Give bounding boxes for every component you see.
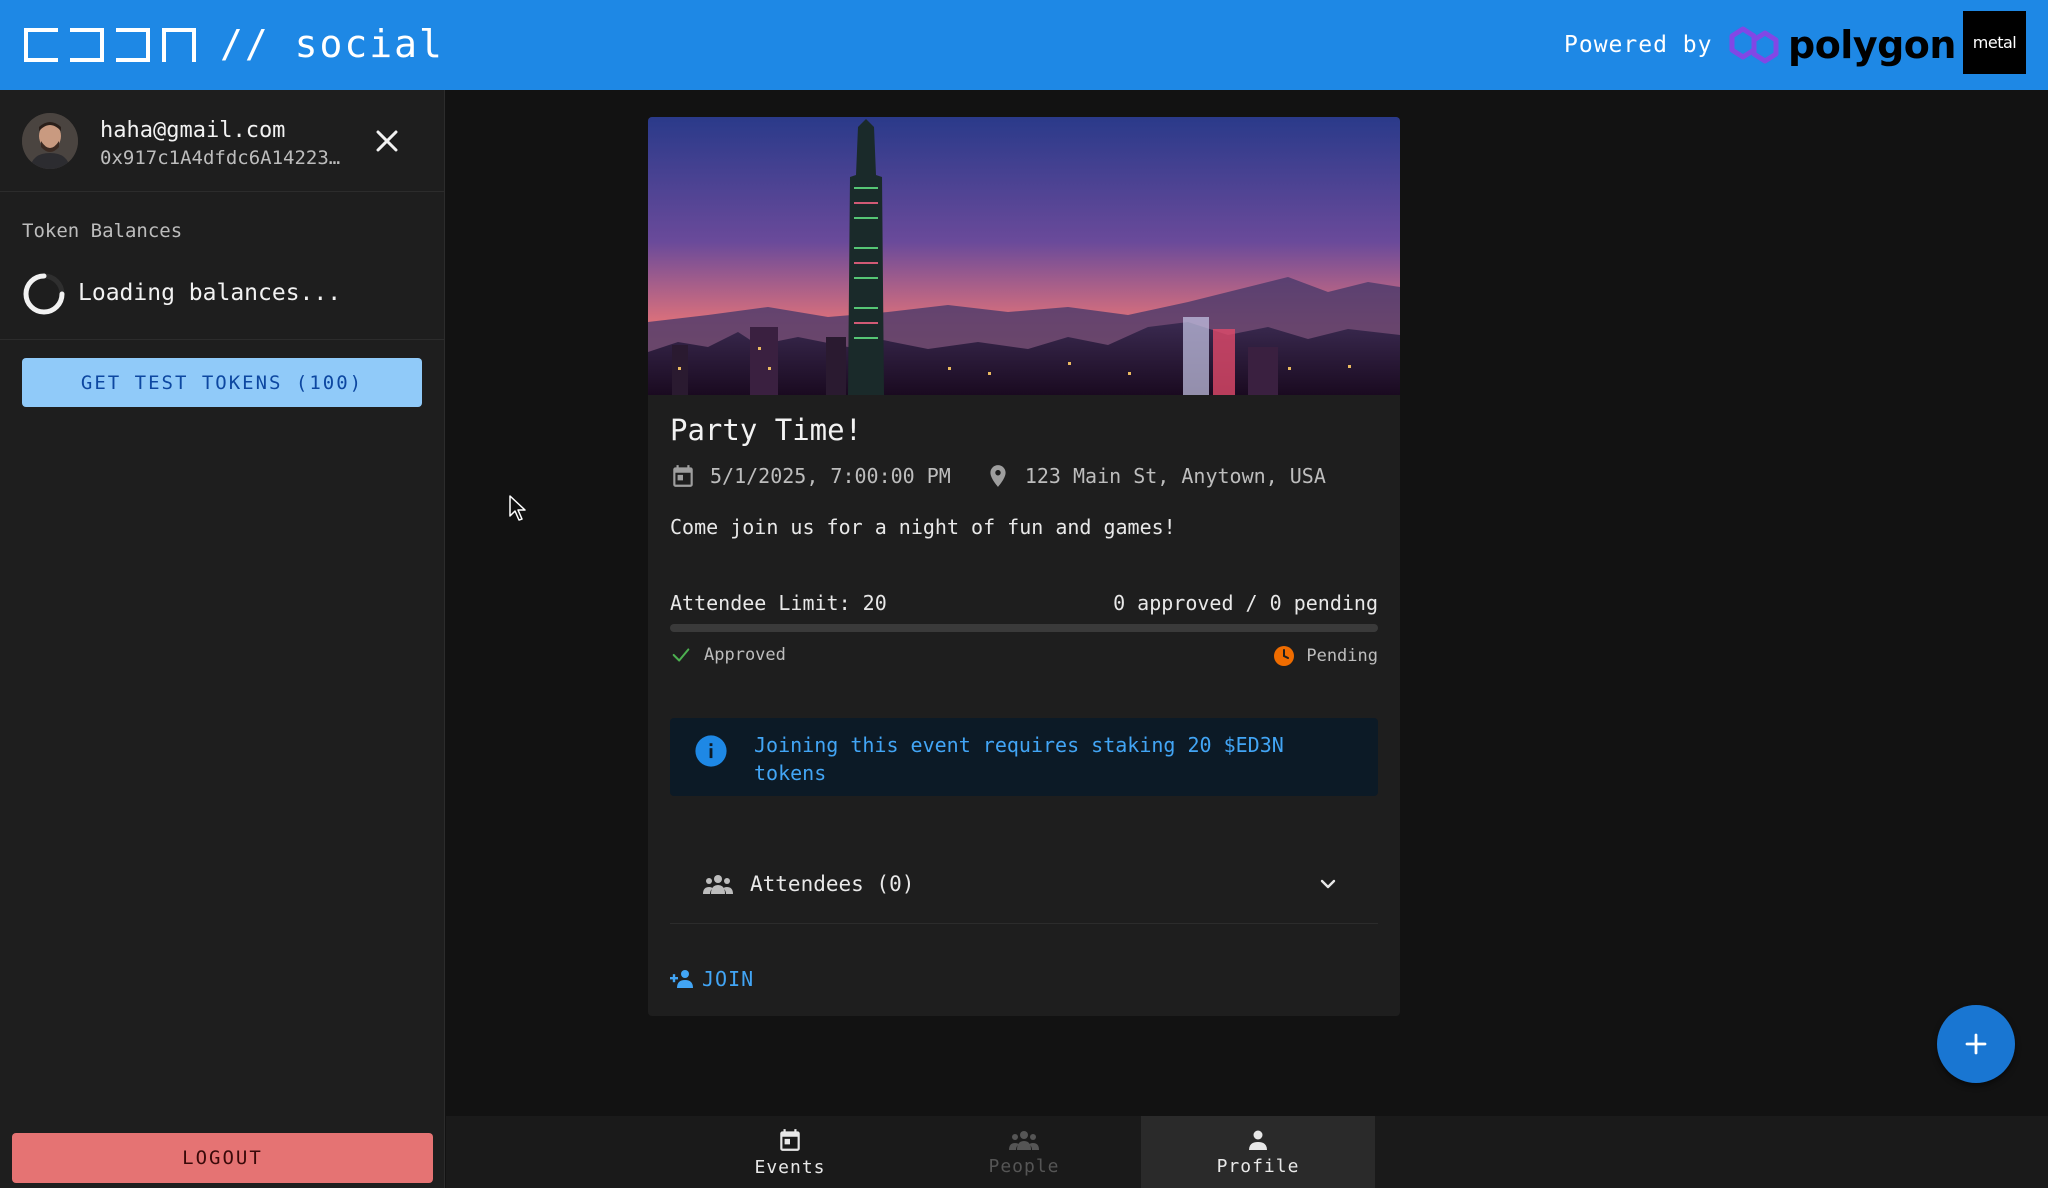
mouse-cursor-icon xyxy=(509,495,526,521)
close-drawer-button[interactable] xyxy=(372,126,402,156)
get-test-tokens-button[interactable]: GET TEST TOKENS (100) xyxy=(22,358,422,407)
logo-glyph-e-icon xyxy=(24,28,58,62)
location-pin-icon xyxy=(990,465,1006,487)
user-info: haha@gmail.com 0x917c1A4dfdc6A14223… xyxy=(0,90,444,192)
avatar xyxy=(22,113,78,169)
logo-glyph-n-icon xyxy=(162,28,196,62)
attendees-accordion[interactable]: Attendees (0) xyxy=(670,844,1378,924)
event-location: 123 Main St, Anytown, USA xyxy=(1024,464,1326,488)
metal-logo: metal xyxy=(1963,11,2026,74)
approved-label: Approved xyxy=(704,645,786,665)
join-label: JOIN xyxy=(702,967,755,991)
logo-glyph-d-icon xyxy=(70,28,104,62)
profile-drawer: haha@gmail.com 0x917c1A4dfdc6A14223… Tok… xyxy=(0,90,445,1188)
attendee-progress-bar xyxy=(670,624,1378,632)
event-description: Come join us for a night of fun and game… xyxy=(670,515,1176,539)
ed3n-logo[interactable] xyxy=(24,28,208,62)
event-cover-image xyxy=(648,117,1400,395)
token-balances-title: Token Balances xyxy=(22,220,183,242)
bottom-navigation: Events People Profile xyxy=(446,1116,2048,1188)
attendees-label: Attendees (0) xyxy=(750,871,915,896)
clock-icon xyxy=(1274,646,1295,666)
polygon-logo: polygon xyxy=(1726,20,1956,70)
avatar-photo-icon xyxy=(22,113,78,169)
app-header: // social Powered by polygon metal xyxy=(0,0,2048,90)
stake-info-text: Joining this event requires staking 20 $… xyxy=(754,733,1284,785)
logo-text: // social xyxy=(220,22,444,66)
token-balances-section: Token Balances Loading balances... xyxy=(0,192,444,340)
info-icon xyxy=(695,735,727,767)
check-icon xyxy=(672,648,690,662)
chevron-down-icon xyxy=(1320,879,1336,889)
event-card: Party Time! 5/1/2025, 7:00:00 PM 123 Mai… xyxy=(648,117,1400,1016)
attendee-counts: 0 approved / 0 pending xyxy=(1113,591,1378,615)
approved-legend: Approved xyxy=(670,644,786,666)
nav-profile-label: Profile xyxy=(1216,1155,1300,1177)
stake-info-alert: Joining this event requires staking 20 $… xyxy=(670,718,1378,796)
pending-label: Pending xyxy=(1306,646,1378,666)
powered-by-label: Powered by xyxy=(1564,32,1713,58)
pending-legend: Pending xyxy=(1272,644,1378,668)
event-title: Party Time! xyxy=(670,413,863,447)
logout-button[interactable]: LOGOUT xyxy=(12,1133,433,1183)
person-icon xyxy=(1249,1130,1267,1150)
wallet-address[interactable]: 0x917c1A4dfdc6A14223… xyxy=(100,147,360,169)
close-icon xyxy=(376,130,398,152)
nav-profile[interactable]: Profile xyxy=(1141,1116,1375,1188)
create-event-fab[interactable] xyxy=(1937,1005,2015,1083)
attendee-limit: Attendee Limit: 20 xyxy=(670,591,887,615)
nav-people[interactable]: People xyxy=(907,1116,1141,1188)
polygon-mark-icon xyxy=(1729,26,1779,64)
loading-spinner-icon xyxy=(23,273,65,315)
calendar-icon xyxy=(673,465,693,487)
people-icon xyxy=(703,874,733,894)
join-event-button[interactable]: JOIN xyxy=(670,967,754,991)
event-meta: 5/1/2025, 7:00:00 PM 123 Main St, Anytow… xyxy=(670,463,1326,489)
nav-people-label: People xyxy=(988,1155,1060,1177)
people-icon xyxy=(1009,1130,1039,1150)
plus-icon xyxy=(1965,1033,1987,1055)
event-datetime: 5/1/2025, 7:00:00 PM xyxy=(710,464,951,488)
polygon-wordmark: polygon xyxy=(1788,23,1956,67)
nav-events[interactable]: Events xyxy=(673,1116,907,1188)
nav-events-label: Events xyxy=(754,1156,826,1178)
calendar-icon xyxy=(780,1128,800,1151)
user-email: haha@gmail.com xyxy=(100,118,286,143)
logo-glyph-3-icon xyxy=(116,28,150,62)
loading-balances-text: Loading balances... xyxy=(78,280,342,306)
person-add-icon xyxy=(670,970,693,988)
